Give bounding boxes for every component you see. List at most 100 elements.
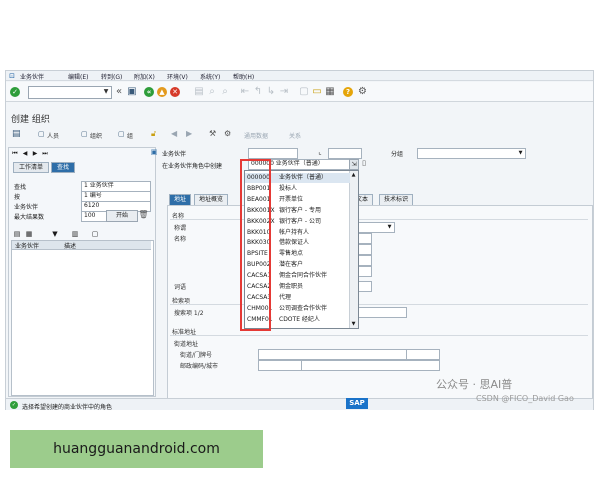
nav-first-icon[interactable]: ⏮	[11, 150, 19, 158]
title-label: 称谓	[174, 225, 187, 232]
role-dropdown-button[interactable]: ⇲	[349, 159, 359, 170]
menu-help[interactable]: 帮助(H)	[233, 72, 254, 81]
new-session-icon[interactable]: ▢	[299, 87, 309, 97]
arrow-left-icon[interactable]: ◀	[171, 129, 177, 138]
option-description: 投标人	[279, 184, 298, 192]
prev-page-icon[interactable]: ↰	[253, 87, 263, 97]
next-page-icon[interactable]: ↳	[266, 87, 276, 97]
menu-environment[interactable]: 环境(V)	[167, 72, 188, 81]
relation-button[interactable]: 关系	[289, 131, 301, 140]
tools-icon[interactable]: ⚒	[209, 129, 216, 138]
gear-icon[interactable]: ⚙	[357, 86, 368, 97]
divider	[170, 304, 588, 305]
option-description: 潜在客户	[279, 261, 304, 269]
person-icon[interactable]: ▢	[38, 130, 45, 138]
print-icon[interactable]: ▤	[194, 87, 204, 97]
sap-window: ⊡ 业务伙伴 编辑(E) 转到(G) 附加(X) 环境(V) 系统(Y) 帮助(…	[5, 70, 594, 411]
org-button[interactable]: 组织	[90, 131, 102, 140]
export-icon[interactable]: ▥	[71, 230, 79, 238]
house-number-input[interactable]	[406, 349, 440, 360]
nav-last-icon[interactable]: ⏭	[41, 150, 49, 158]
tab-find[interactable]: 查找	[51, 162, 76, 173]
street-input[interactable]	[258, 349, 407, 360]
option-description: 代理	[279, 293, 292, 301]
general-data-button[interactable]: 通用数据	[244, 131, 268, 140]
scroll-down-icon[interactable]: ▼	[350, 321, 357, 327]
menu-bp[interactable]: 业务伙伴	[20, 72, 44, 81]
org-icon[interactable]: ▢	[81, 130, 88, 138]
app-toolbar: ▤ ▢ 人员 ▢ 组织 ▢ 组 🔓︎ ◀ ▶ ⚒ ⚙ 通用数据 关系	[6, 127, 593, 143]
first-page-icon[interactable]: ⇤	[240, 87, 250, 97]
postal-label: 邮政编码/城市	[180, 363, 219, 370]
option-description: 业务伙伴（普通）	[279, 174, 328, 181]
result-toolbar: ▤ ▦ ▼ ▥ ▢	[11, 230, 152, 239]
terms-label: 词语	[174, 284, 187, 291]
display-icon[interactable]: ▤	[12, 129, 21, 139]
menu-edit[interactable]: 编辑(E)	[68, 72, 88, 81]
find-icon[interactable]: ⌕	[207, 87, 217, 97]
shortcut-icon[interactable]: ▭	[312, 87, 322, 97]
person-button[interactable]: 人员	[47, 131, 59, 140]
menu-system[interactable]: 系统(Y)	[200, 72, 220, 81]
option-description: 佣金职员	[279, 283, 304, 290]
sap-menu-icon[interactable]: ⊡	[8, 72, 16, 80]
divider	[170, 219, 588, 220]
watermark-csdn: CSDN @FICO_David Gao	[476, 394, 574, 403]
enter-icon[interactable]: ✓	[10, 87, 20, 97]
menu-extras[interactable]: 附加(X)	[134, 72, 155, 81]
tab-worklist[interactable]: 工作清单	[13, 162, 50, 173]
option-description: 借款保证人	[279, 239, 310, 247]
last-page-icon[interactable]: ⇥	[279, 87, 289, 97]
back-icon[interactable]: «	[144, 87, 154, 97]
group-button[interactable]: 组	[127, 131, 133, 140]
layout-icon[interactable]: ▦	[325, 87, 335, 97]
other-icon[interactable]: ⚙	[224, 129, 231, 138]
chevron-down-icon[interactable]: ▼	[517, 149, 524, 157]
nav-next-icon[interactable]: ▶	[31, 150, 39, 158]
scroll-up-icon[interactable]: ▲	[350, 172, 357, 178]
save-icon[interactable]: ▣	[127, 87, 137, 97]
col-bp[interactable]: 业务伙伴	[15, 241, 39, 250]
group-icon[interactable]: ▢	[118, 130, 125, 138]
dropdown-scrollbar[interactable]: ▲ ▼	[349, 171, 358, 328]
trash-icon[interactable]: 🗑︎	[138, 210, 148, 220]
bp-header-input[interactable]	[248, 148, 298, 159]
success-icon: ✓	[10, 401, 18, 409]
help-icon[interactable]: ?	[343, 87, 353, 97]
max-results-label: 最大结果数	[14, 214, 45, 221]
find-next-icon[interactable]: ⌕	[220, 87, 230, 97]
postal-input[interactable]	[258, 360, 302, 371]
page-title: 创建 组织	[11, 115, 50, 125]
group-label: 分组	[391, 151, 404, 158]
find-label: 查找	[14, 184, 27, 191]
start-button[interactable]: 开始	[106, 210, 138, 222]
exit-icon[interactable]: ▲	[157, 87, 167, 97]
sort-icon[interactable]: ▦	[25, 230, 33, 238]
chevron-down-icon[interactable]: ▼	[102, 87, 110, 96]
menu-goto[interactable]: 转到(G)	[101, 72, 122, 81]
type-input[interactable]	[328, 148, 362, 159]
cancel-icon[interactable]: ✕	[170, 87, 180, 97]
double-chevron-icon[interactable]: «	[114, 87, 124, 97]
group-select[interactable]: ▼	[417, 148, 526, 159]
detail-icon[interactable]: ▤	[13, 230, 21, 238]
role-page-icon[interactable]: ▯	[360, 158, 368, 168]
bp-icon: ▣	[150, 147, 158, 156]
chevron-down-icon[interactable]: ▼	[386, 223, 393, 231]
option-description: 银行客户 - 专用	[279, 206, 321, 214]
col-desc[interactable]: 描述	[64, 241, 76, 250]
domain-banner: huangguanandroid.com	[10, 430, 263, 468]
option-description: 公司调查合作伙伴	[279, 304, 328, 312]
nav-prev-icon[interactable]: ◀	[21, 150, 29, 158]
bp-header-label: 业务伙伴	[162, 151, 187, 158]
street-section-title: 街道地址	[174, 341, 199, 348]
arrow-right-icon[interactable]: ▶	[186, 129, 192, 138]
filter-icon[interactable]: ▼	[51, 230, 59, 238]
lock-icon[interactable]: 🔓︎	[151, 129, 156, 139]
layout-grid-icon[interactable]: ▢	[91, 230, 99, 238]
street-label: 街道/门牌号	[180, 352, 213, 359]
city-input[interactable]	[301, 360, 440, 371]
option-description: 零售地点	[279, 250, 304, 258]
max-results-input[interactable]: 100	[81, 211, 107, 222]
command-field[interactable]: ▼	[28, 86, 112, 99]
